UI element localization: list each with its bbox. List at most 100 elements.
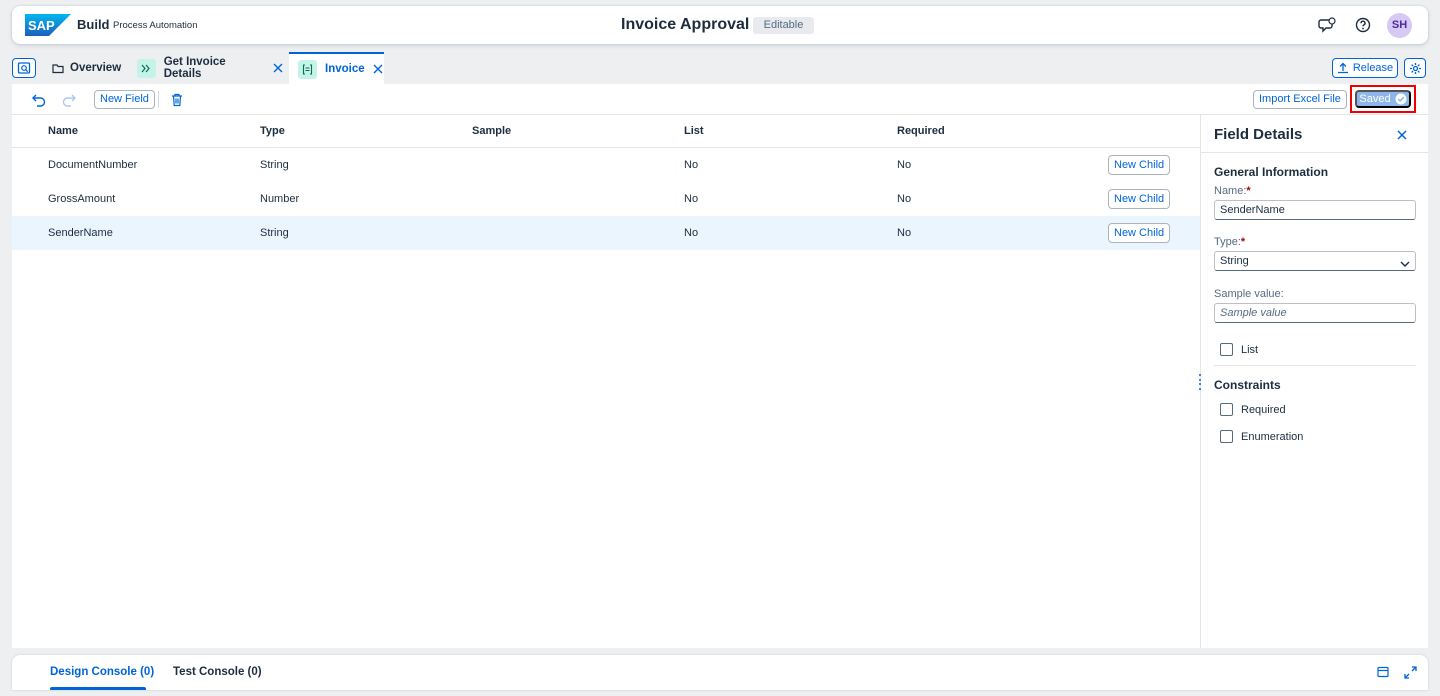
cell-type: String <box>260 227 289 239</box>
tab-get-invoice-details[interactable]: Get Invoice Details <box>137 52 283 84</box>
cell-name: GrossAmount <box>48 193 116 205</box>
release-button[interactable]: Release <box>1332 58 1398 78</box>
active-tab-indicator <box>50 687 146 690</box>
cell-type: Number <box>260 193 300 205</box>
cell-name: DocumentNumber <box>48 159 138 171</box>
close-icon[interactable] <box>373 64 383 74</box>
type-select-value: String <box>1220 255 1249 267</box>
cell-name: SenderName <box>48 227 113 239</box>
close-icon[interactable] <box>1397 129 1407 143</box>
tab-design-console[interactable]: Design Console (0) <box>50 666 154 678</box>
editor-tabstrip: Overview Get Invoice Details Invoice Rel… <box>0 50 1440 84</box>
check-circle-icon <box>1395 93 1407 105</box>
gear-icon <box>1409 62 1421 74</box>
close-icon[interactable] <box>273 63 283 73</box>
field-details-panel: Field Details General Information Name:*… <box>1201 115 1428 648</box>
column-header-type[interactable]: Type <box>260 125 285 137</box>
name-label-text: Name: <box>1214 185 1247 197</box>
shell-bar: SAP Build Process Automation Invoice App… <box>12 6 1428 44</box>
constraints-title: Constraints <box>1214 378 1281 392</box>
table-row-selected[interactable]: SenderName String No No New Child <box>12 216 1200 250</box>
browse-button[interactable] <box>12 58 36 78</box>
general-info-title: General Information <box>1214 165 1329 179</box>
panel-toggle-icon[interactable] <box>1377 666 1389 681</box>
cell-type: String <box>260 159 289 171</box>
details-title: Field Details <box>1214 126 1303 143</box>
required-checkbox-label: Required <box>1241 403 1286 416</box>
table-row[interactable]: GrossAmount Number No No New Child <box>12 182 1200 216</box>
cell-required: No <box>897 193 912 205</box>
table-row[interactable]: DocumentNumber String No No New Child <box>12 148 1200 182</box>
tab-label: Get Invoice Details <box>163 56 226 80</box>
cell-list: No <box>684 227 699 239</box>
name-input[interactable]: SenderName <box>1214 200 1416 220</box>
cell-list: No <box>684 193 699 205</box>
column-header-list[interactable]: List <box>684 125 704 137</box>
cell-required: No <box>897 159 912 171</box>
toolbar-divider <box>158 91 159 108</box>
chevron-down-icon <box>1400 256 1410 274</box>
settings-button[interactable] <box>1404 58 1426 78</box>
enumeration-checkbox-row[interactable]: Enumeration <box>1220 430 1303 443</box>
tab-test-console[interactable]: Test Console (0) <box>173 666 262 678</box>
help-icon[interactable] <box>1354 16 1372 34</box>
sample-value-input[interactable]: Sample value <box>1214 303 1416 323</box>
sap-logo[interactable]: SAP <box>25 14 71 36</box>
new-child-button[interactable]: New Child <box>1108 189 1171 209</box>
expand-icon[interactable] <box>1404 666 1417 682</box>
data-type-icon <box>298 59 317 79</box>
release-label: Release <box>1352 62 1394 74</box>
browse-icon <box>17 62 31 74</box>
feedback-icon[interactable] <box>1318 16 1336 34</box>
redo-icon[interactable] <box>60 91 78 109</box>
table-header: Name Type Sample List Required <box>12 115 1200 148</box>
new-child-button[interactable]: New Child <box>1108 223 1171 243</box>
required-checkbox[interactable] <box>1220 403 1233 416</box>
delete-icon[interactable] <box>168 91 186 109</box>
divider <box>1214 365 1416 366</box>
column-header-sample[interactable]: Sample <box>472 125 511 137</box>
list-checkbox-row[interactable]: List <box>1220 343 1258 356</box>
new-child-button[interactable]: New Child <box>1108 155 1171 175</box>
name-label: Name:* <box>1214 185 1251 197</box>
editor-toolbar: New Field Import Excel File Saved <box>12 84 1428 115</box>
column-header-required[interactable]: Required <box>897 125 945 137</box>
new-field-button[interactable]: New Field <box>94 90 155 109</box>
app-name: Build <box>77 17 110 32</box>
saved-label: Saved <box>1359 93 1391 105</box>
required-checkbox-row[interactable]: Required <box>1220 403 1286 416</box>
status-badge: Editable <box>753 17 814 34</box>
cell-required: No <box>897 227 912 239</box>
tab-label: Invoice <box>325 63 365 75</box>
cell-list: No <box>684 159 699 171</box>
list-checkbox-label: List <box>1241 343 1259 356</box>
tab-overview[interactable]: Overview <box>52 52 132 84</box>
app-subtitle: Process Automation <box>113 20 198 31</box>
undo-icon[interactable] <box>30 91 48 109</box>
required-marker: * <box>1246 185 1251 197</box>
required-marker: * <box>1240 236 1246 248</box>
fields-table: Name Type Sample List Required DocumentN… <box>12 115 1200 250</box>
enumeration-checkbox[interactable] <box>1220 430 1233 443</box>
type-select[interactable]: String <box>1214 251 1416 271</box>
tab-invoice[interactable]: Invoice <box>289 52 384 84</box>
type-label-text: Type: <box>1214 236 1241 248</box>
column-header-name[interactable]: Name <box>48 125 78 137</box>
saved-highlight-frame: Saved <box>1350 85 1416 113</box>
sample-value-label: Sample value: <box>1214 288 1284 300</box>
tab-label: Overview <box>70 62 122 74</box>
list-checkbox[interactable] <box>1220 343 1233 356</box>
page-title: Invoice Approval <box>621 16 750 33</box>
saved-button[interactable]: Saved <box>1355 90 1411 108</box>
upload-icon <box>1337 62 1348 74</box>
avatar[interactable]: SH <box>1387 13 1412 38</box>
console-bar: Design Console (0) Test Console (0) <box>12 655 1428 690</box>
data-type-editor: New Field Import Excel File Saved Name T… <box>12 84 1428 648</box>
enumeration-checkbox-label: Enumeration <box>1241 430 1304 443</box>
import-excel-button[interactable]: Import Excel File <box>1253 90 1347 109</box>
folder-icon <box>52 59 64 78</box>
type-label: Type:* <box>1214 236 1245 248</box>
divider <box>1201 152 1428 153</box>
chevrons-right-icon <box>137 58 156 78</box>
svg-text:SAP: SAP <box>28 18 55 33</box>
